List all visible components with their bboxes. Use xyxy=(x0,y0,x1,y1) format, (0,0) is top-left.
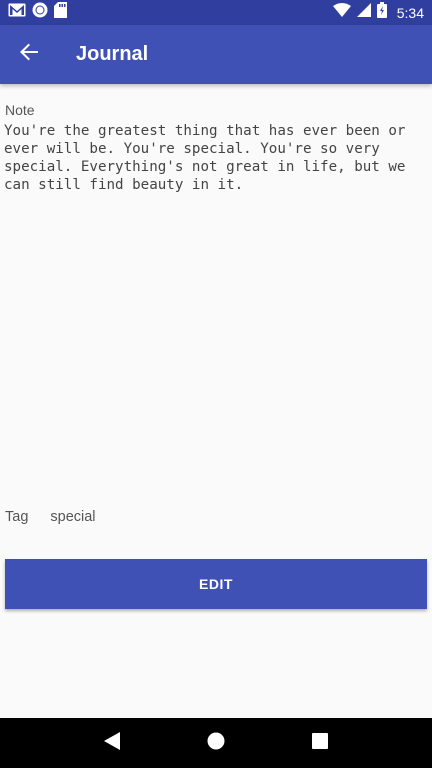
status-bar: 5:34 xyxy=(0,0,432,25)
home-circle-icon xyxy=(207,732,225,755)
status-right-icons: 5:34 xyxy=(332,2,424,23)
note-text: You're the greatest thing that has ever … xyxy=(4,123,415,193)
nav-home-button[interactable] xyxy=(196,723,236,763)
signal-icon xyxy=(356,3,371,22)
app-bar: Journal xyxy=(0,25,432,84)
tag-row: Tag special xyxy=(5,509,96,525)
sd-card-icon xyxy=(54,2,67,23)
navigation-bar xyxy=(0,718,432,768)
tag-label: Tag xyxy=(5,509,29,525)
recents-square-icon xyxy=(312,732,328,754)
back-button[interactable] xyxy=(0,26,58,84)
nav-back-button[interactable] xyxy=(92,723,132,763)
gmail-icon xyxy=(8,3,26,22)
status-left-icons xyxy=(8,2,67,23)
note-label: Note xyxy=(5,102,35,118)
nav-recents-button[interactable] xyxy=(300,723,340,763)
back-triangle-icon xyxy=(104,731,120,755)
arrow-back-icon xyxy=(20,43,38,66)
battery-icon xyxy=(376,2,387,23)
wifi-icon xyxy=(332,3,351,22)
page-title: Journal xyxy=(76,43,149,65)
circle-app-icon xyxy=(32,2,48,23)
tag-value: special xyxy=(50,509,96,525)
journal-content: Note You're the greatest thing that has … xyxy=(0,84,432,718)
edit-button[interactable]: EDIT xyxy=(5,559,427,609)
status-time: 5:34 xyxy=(396,4,424,21)
